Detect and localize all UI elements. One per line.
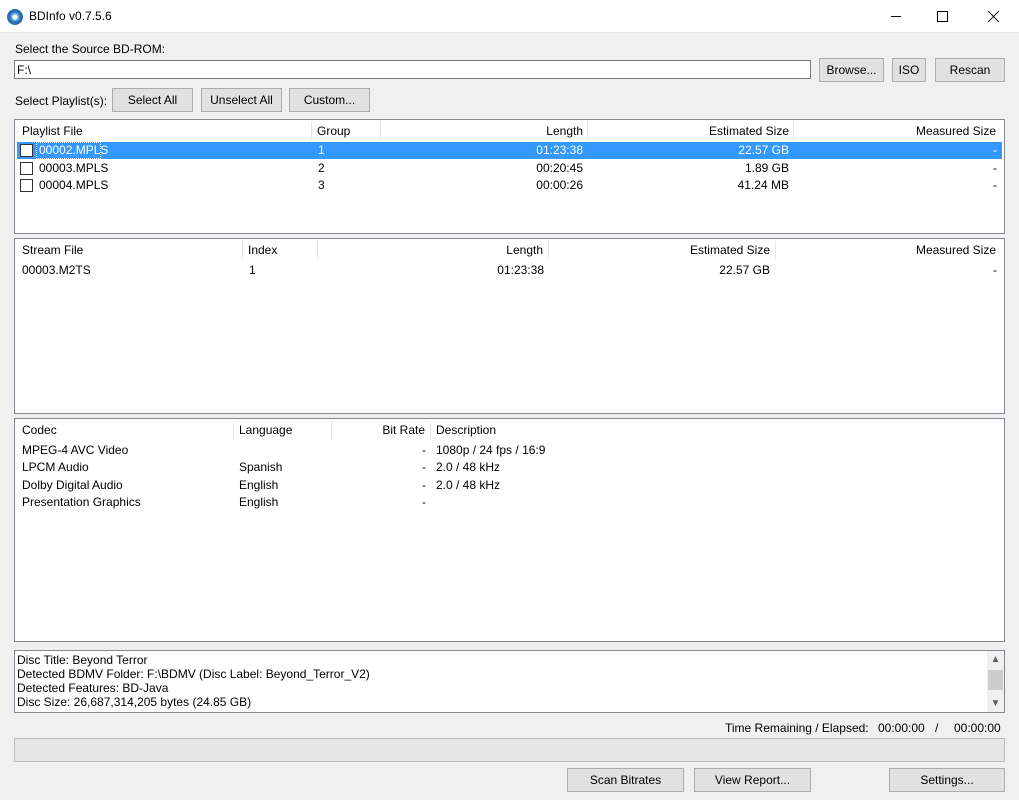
codec-name: MPEG-4 AVC Video — [22, 443, 129, 457]
codec-row[interactable]: MPEG-4 AVC Video - 1080p / 24 fps / 16:9 — [17, 442, 1002, 459]
codec-bit-rate: - — [422, 495, 426, 509]
codec-bit-rate: - — [422, 443, 426, 457]
playlist-file: 00003.MPLS — [39, 161, 109, 175]
source-path-input[interactable]: F:\ — [14, 60, 811, 79]
codec-language: English — [239, 495, 279, 509]
column-header-measured-size[interactable]: Measured Size — [799, 124, 996, 138]
playlist-length: 01:23:38 — [536, 143, 583, 157]
settings-button[interactable]: Settings... — [889, 768, 1005, 792]
window-title: BDInfo v0.7.5.6 — [29, 9, 112, 23]
codec-name: Presentation Graphics — [22, 495, 141, 509]
playlist-estimated-size: 22.57 GB — [738, 143, 789, 157]
playlist-list[interactable]: Playlist File Group Length Estimated Siz… — [14, 119, 1005, 234]
playlist-group: 3 — [318, 178, 325, 192]
maximize-button[interactable] — [919, 0, 965, 33]
time-elapsed-value: 00:00:00 — [954, 721, 1001, 735]
column-header-bit-rate[interactable]: Bit Rate — [335, 423, 425, 437]
disc-icon — [7, 9, 23, 25]
close-icon — [987, 10, 1000, 23]
rescan-button[interactable]: Rescan — [935, 58, 1005, 82]
vertical-scrollbar[interactable]: ▲ ▼ — [987, 651, 1004, 712]
time-remaining-label: Time Remaining / Elapsed: — [725, 721, 869, 735]
unselect-all-button[interactable]: Unselect All — [201, 88, 282, 112]
column-header-language[interactable]: Language — [239, 423, 292, 437]
codec-row[interactable]: LPCM Audio Spanish - 2.0 / 48 kHz — [17, 459, 1002, 476]
playlist-row[interactable]: 00002.MPLS 1 01:23:38 22.57 GB - — [17, 142, 1002, 159]
playlist-measured-size: - — [993, 143, 997, 157]
disc-info-textbox[interactable]: Disc Title: Beyond Terror Detected BDMV … — [14, 650, 1005, 713]
codec-description: 2.0 / 48 kHz — [436, 460, 501, 474]
column-header-group[interactable]: Group — [317, 124, 350, 138]
stream-length: 01:23:38 — [497, 263, 544, 277]
time-remaining-value: 00:00:00 — [878, 721, 925, 735]
scan-bitrates-button[interactable]: Scan Bitrates — [567, 768, 684, 792]
playlist-row[interactable]: 00003.MPLS 2 00:20:45 1.89 GB - — [17, 160, 1002, 177]
playlist-file: 00004.MPLS — [39, 178, 109, 192]
maximize-icon — [936, 11, 948, 22]
codec-bit-rate: - — [422, 460, 426, 474]
disc-info-line: Disc Size: 26,687,314,205 bytes (24.85 G… — [17, 695, 252, 709]
column-header-measured-size[interactable]: Measured Size — [780, 243, 996, 257]
title-bar: BDInfo v0.7.5.6 — [0, 0, 1019, 33]
codec-name: LPCM Audio — [22, 460, 89, 474]
playlist-checkbox[interactable] — [20, 162, 33, 175]
stream-estimated-size: 22.57 GB — [719, 263, 770, 277]
scroll-thumb[interactable] — [988, 670, 1003, 690]
column-header-description[interactable]: Description — [436, 423, 496, 437]
iso-button[interactable]: ISO — [892, 58, 926, 82]
stream-index: 1 — [249, 263, 256, 277]
column-header-estimated-size[interactable]: Estimated Size — [593, 124, 789, 138]
playlist-checkbox[interactable] — [20, 144, 33, 157]
column-header-estimated-size[interactable]: Estimated Size — [553, 243, 770, 257]
minimize-button[interactable] — [873, 0, 919, 33]
stream-row[interactable]: 00003.M2TS 1 01:23:38 22.57 GB - — [17, 262, 1002, 279]
playlist-group: 2 — [318, 161, 325, 175]
stream-measured-size: - — [993, 263, 997, 277]
source-label: Select the Source BD-ROM: — [15, 42, 166, 56]
view-report-button[interactable]: View Report... — [694, 768, 811, 792]
codec-description: 1080p / 24 fps / 16:9 — [436, 443, 546, 457]
column-header-codec[interactable]: Codec — [22, 423, 57, 437]
playlist-length: 00:20:45 — [536, 161, 583, 175]
disc-info-line: Detected BDMV Folder: F:\BDMV (Disc Labe… — [17, 667, 370, 681]
playlist-estimated-size: 41.24 MB — [737, 178, 789, 192]
codec-name: Dolby Digital Audio — [22, 478, 123, 492]
codec-row[interactable]: Dolby Digital Audio English - 2.0 / 48 k… — [17, 477, 1002, 494]
custom-button[interactable]: Custom... — [289, 88, 370, 112]
select-playlist-label: Select Playlist(s): — [15, 94, 108, 108]
scroll-up-icon[interactable]: ▲ — [987, 651, 1004, 668]
codec-list[interactable]: Codec Language Bit Rate Description MPEG… — [14, 418, 1005, 642]
codec-language: English — [239, 478, 279, 492]
disc-info-line: Disc Title: Beyond Terror — [17, 653, 148, 667]
time-separator: / — [935, 721, 939, 735]
playlist-estimated-size: 1.89 GB — [744, 161, 789, 175]
select-all-button[interactable]: Select All — [112, 88, 193, 112]
stream-file: 00003.M2TS — [22, 263, 91, 277]
disc-info-line: Detected Features: BD-Java — [17, 681, 169, 695]
scan-progress-bar — [14, 738, 1005, 762]
playlist-file: 00002.MPLS — [39, 143, 109, 157]
browse-button[interactable]: Browse... — [819, 58, 884, 82]
playlist-group: 1 — [318, 143, 325, 157]
codec-description: 2.0 / 48 kHz — [436, 478, 501, 492]
codec-bit-rate: - — [422, 478, 426, 492]
close-button[interactable] — [970, 0, 1016, 33]
playlist-checkbox[interactable] — [20, 179, 33, 192]
scroll-down-icon[interactable]: ▼ — [987, 695, 1004, 712]
playlist-row[interactable]: 00004.MPLS 3 00:00:26 41.24 MB - — [17, 177, 1002, 194]
column-header-length[interactable]: Length — [385, 124, 583, 138]
playlist-measured-size: - — [993, 161, 997, 175]
minimize-icon — [891, 16, 901, 17]
column-header-length[interactable]: Length — [322, 243, 543, 257]
playlist-length: 00:00:26 — [536, 178, 583, 192]
column-header-index[interactable]: Index — [248, 243, 277, 257]
column-header-stream-file[interactable]: Stream File — [22, 243, 83, 257]
column-header-playlist-file[interactable]: Playlist File — [22, 124, 83, 138]
playlist-measured-size: - — [993, 178, 997, 192]
codec-language: Spanish — [239, 460, 283, 474]
codec-row[interactable]: Presentation Graphics English - — [17, 494, 1002, 511]
stream-list[interactable]: Stream File Index Length Estimated Size … — [14, 238, 1005, 414]
